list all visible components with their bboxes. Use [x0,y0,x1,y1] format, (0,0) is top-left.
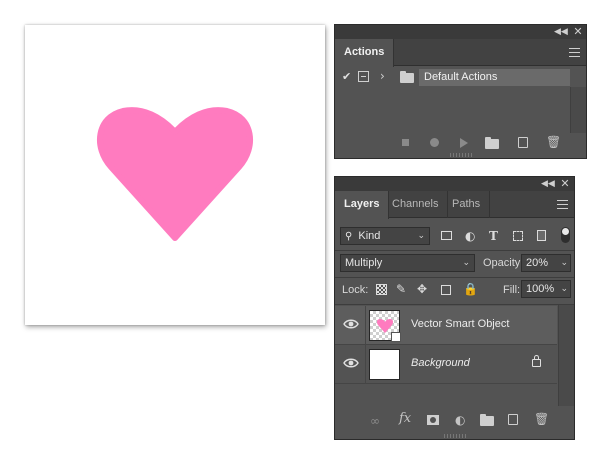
filter-shape-icon[interactable] [513,231,523,241]
trash-icon[interactable]: 🗑 [546,136,561,148]
filter-adjustment-icon[interactable]: ◐ [465,229,475,243]
collapse-icon[interactable]: ◀◀ [541,178,555,190]
lock-transparent-icon[interactable] [376,284,387,295]
blend-mode-label: Multiply [345,257,383,269]
panel-topbar: ◀◀ ✕ [335,25,586,39]
lock-all-icon[interactable]: 🔒 [463,282,478,296]
eye-icon[interactable] [343,318,359,330]
layers-scrollbar[interactable] [558,305,574,406]
separator [335,277,574,278]
layers-panel: ◀◀ ✕ Layers Channels Paths ⚲ Kind ⌄ ◐ T … [334,176,575,440]
adjustment-icon[interactable]: ◐ [455,414,465,426]
layer-name[interactable]: Vector Smart Object [411,318,509,330]
mask-hole [430,417,436,423]
close-icon[interactable]: ✕ [559,178,571,190]
layers-tabbar: Layers Channels Paths [335,191,574,219]
layer-thumbnail[interactable] [369,310,401,342]
opacity-input[interactable]: 20% ⌄ [521,254,571,272]
lock-image-icon[interactable]: ✎ [396,282,406,296]
filter-kind-label: Kind [358,230,381,242]
lock-shackle [534,355,539,360]
lock-icon[interactable] [532,359,541,367]
resize-grip[interactable] [443,434,466,438]
actions-tabbar: Actions [335,39,586,67]
tab-actions[interactable]: Actions [335,39,395,67]
visibility-column [365,306,366,345]
lock-position-icon[interactable]: ✥ [417,282,427,296]
trash-icon[interactable]: 🗑 [534,413,549,425]
lock-label: Lock: [342,284,369,296]
link-icon[interactable]: ∞ [370,415,380,427]
layer-thumbnail[interactable] [369,349,400,380]
folder-icon [400,71,414,83]
group-icon[interactable] [480,414,494,426]
dialog-toggle-icon[interactable] [358,71,369,82]
blend-mode-select[interactable]: Multiply ⌄ [340,254,475,272]
tab-paths[interactable]: Paths [443,191,491,218]
chevron-down-icon: ⌄ [417,231,425,241]
tab-layers[interactable]: Layers [335,191,390,219]
fx-icon[interactable]: fx [399,412,411,425]
opacity-value: 20% [526,257,549,269]
action-set-label: Default Actions [424,71,498,83]
close-icon[interactable]: ✕ [572,26,584,38]
action-set-label-box[interactable]: Default Actions [419,69,570,86]
eye-icon[interactable] [343,357,359,369]
new-layer-icon[interactable] [508,414,518,425]
stop-icon[interactable] [402,139,409,146]
collapse-icon[interactable]: ◀◀ [554,26,568,38]
new-set-icon[interactable] [485,137,499,149]
panel-topbar: ◀◀ ✕ [335,177,574,191]
filter-toggle-knob [562,228,569,235]
filter-pixel-icon[interactable] [441,231,452,240]
smart-object-badge-icon [391,332,401,342]
document-canvas[interactable] [25,25,325,325]
separator [335,250,574,251]
filter-smart-object-icon[interactable] [537,230,546,241]
tab-channels[interactable]: Channels [383,191,449,218]
layer-name[interactable]: Background [411,357,470,369]
opacity-label: Opacity: [483,257,524,269]
resize-grip[interactable] [449,153,472,157]
action-set-row[interactable]: ✔ › Default Actions [335,67,586,87]
new-action-icon[interactable] [518,137,528,148]
visibility-column [365,345,366,384]
record-icon[interactable] [430,138,439,147]
panel-menu-icon[interactable] [569,48,580,57]
panel-menu-icon[interactable] [557,200,568,209]
chevron-right-icon[interactable]: › [380,69,385,83]
filter-kind-select[interactable]: ⚲ Kind ⌄ [340,227,430,245]
separator [335,304,574,305]
chevron-down-icon: ⌄ [462,258,470,268]
search-icon: ⚲ [345,231,353,242]
actions-panel: ◀◀ ✕ Actions ✔ › Default Actions 🗑 [334,24,587,159]
chevron-down-icon: ⌄ [560,284,568,294]
check-icon[interactable]: ✔ [342,70,351,83]
layer-row[interactable]: Vector Smart Object [335,306,557,345]
filter-type-icon[interactable]: T [489,229,498,243]
lock-artboard-icon[interactable] [441,285,451,295]
chevron-down-icon: ⌄ [560,258,568,268]
heart-shape [96,107,254,241]
layers-bottom-bar: ∞ fx ◐ 🗑 [335,407,574,434]
fill-input[interactable]: 100% ⌄ [521,280,571,298]
play-icon[interactable] [460,138,468,148]
fill-label: Fill: [503,284,521,296]
layer-row[interactable]: Background [335,345,557,384]
fill-value: 100% [526,283,555,295]
